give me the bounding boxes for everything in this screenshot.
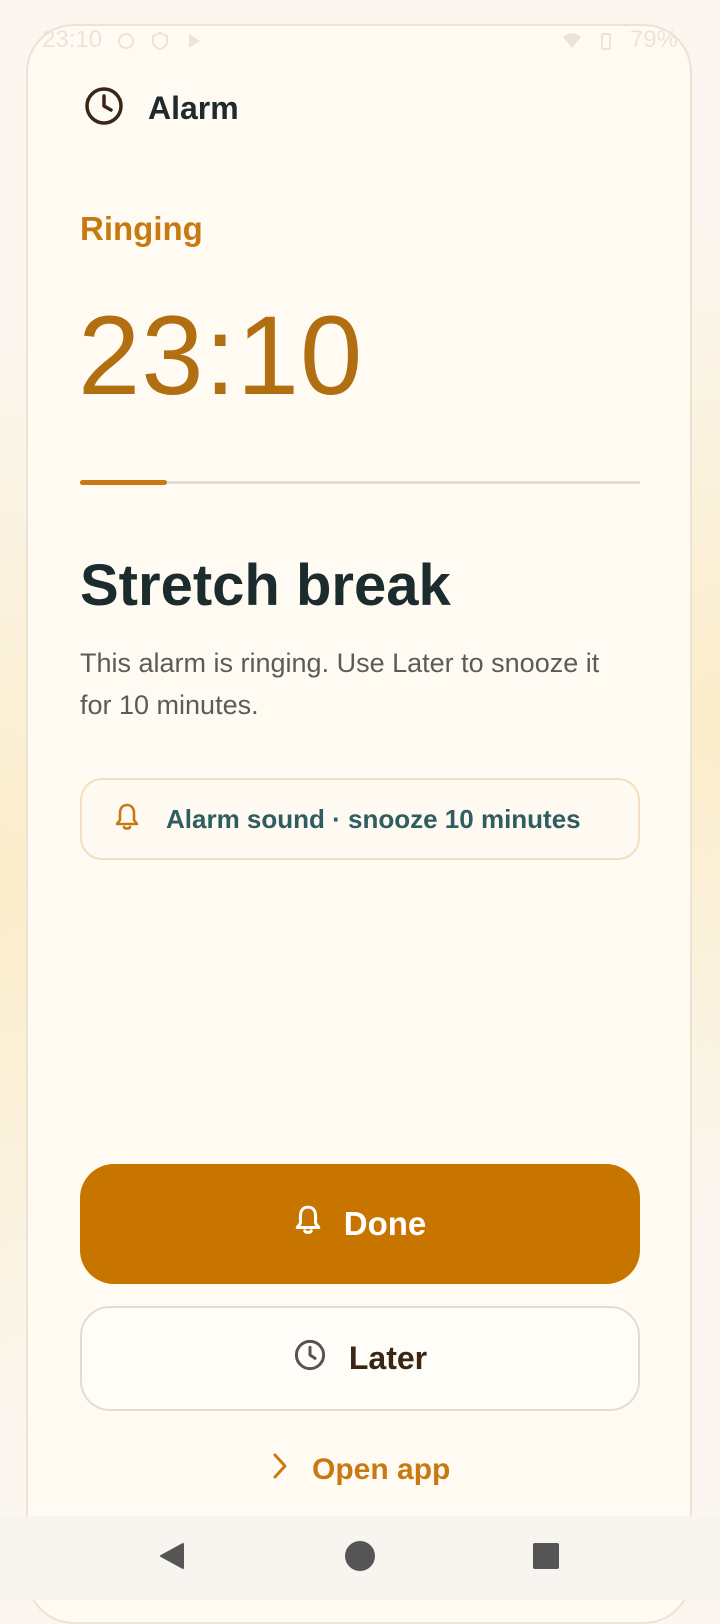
done-button[interactable]: Done <box>80 1164 640 1284</box>
later-button-label: Later <box>348 1340 428 1376</box>
status-time: 23:10 <box>42 26 103 53</box>
open-app-link[interactable]: Open app <box>270 1452 450 1488</box>
nav-recents-button[interactable] <box>516 1516 576 1600</box>
recents-square-icon <box>532 1542 560 1575</box>
done-button-label: Done <box>343 1205 427 1242</box>
alarm-title: Stretch break <box>80 553 451 618</box>
alarm-description: This alarm is ringing. Use Later to snoo… <box>80 648 600 720</box>
ring-progress-track <box>80 480 640 485</box>
bell-icon <box>114 802 140 837</box>
navigation-bar <box>0 1516 720 1600</box>
bell-icon <box>294 1203 322 1245</box>
nav-back-button[interactable] <box>142 1516 202 1600</box>
chevron-right-icon <box>270 1452 290 1488</box>
shield-icon <box>150 30 170 51</box>
play-icon <box>184 30 204 50</box>
back-triangle-icon <box>157 1541 187 1576</box>
status-bar: 23:10 79% <box>0 0 720 80</box>
alarm-state-label: Ringing <box>80 210 203 247</box>
status-right: 79% <box>562 26 678 54</box>
later-button[interactable]: Later <box>80 1306 640 1411</box>
clock-icon <box>293 1338 327 1380</box>
app-title: Alarm <box>148 90 239 126</box>
clock-icon <box>84 86 124 131</box>
open-app-label: Open app <box>312 1453 451 1486</box>
alarm-info-pill: Alarm sound · snooze 10 minutes <box>80 778 640 860</box>
nav-home-button[interactable] <box>330 1516 390 1600</box>
home-circle-icon <box>344 1540 376 1577</box>
notification-icon <box>116 30 136 50</box>
battery-level: 79% <box>629 26 678 53</box>
ring-progress-fill <box>80 480 167 485</box>
battery-icon <box>596 30 616 50</box>
wifi-icon <box>562 30 582 50</box>
app-header: Alarm <box>84 86 239 131</box>
status-left: 23:10 <box>42 26 204 54</box>
alarm-info-text: Alarm sound · snooze 10 minutes <box>166 803 581 834</box>
alarm-time: 23:10 <box>78 293 364 418</box>
